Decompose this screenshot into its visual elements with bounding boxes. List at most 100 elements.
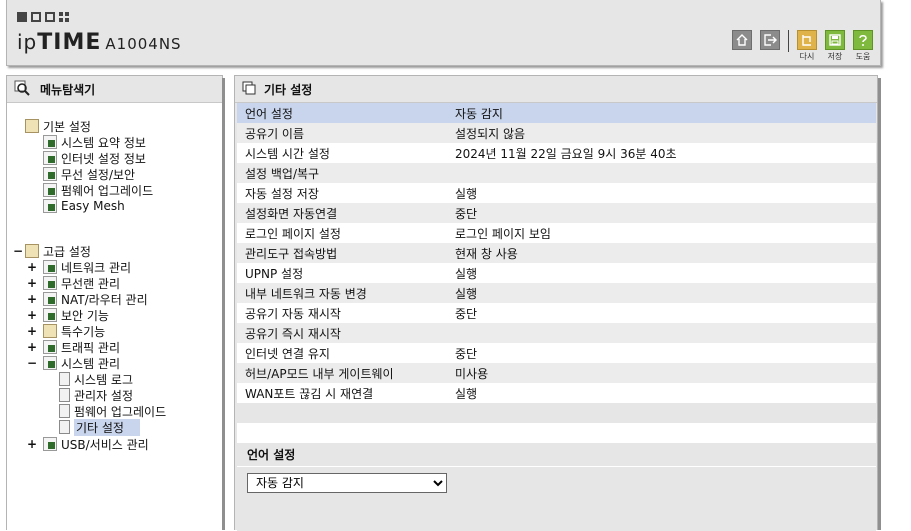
brand-time: TIME (37, 30, 102, 55)
header-bar: ip TIME A1004NS 다시 저장 도움 (6, 0, 881, 66)
tree-group-advanced[interactable]: − 고급 설정 (13, 243, 91, 259)
tree-item-internet-info[interactable]: 인터넷 설정 정보 (43, 150, 146, 166)
expand-toggle[interactable]: + (27, 324, 37, 338)
tree-item-wlan[interactable]: + 무선랜 관리 (27, 275, 120, 291)
network-icon (43, 260, 57, 274)
collapse-toggle[interactable]: − (13, 244, 23, 258)
panel-shadow (878, 78, 881, 530)
row-system-time[interactable]: 시스템 시간 설정 2024년 11월 22일 금요일 9시 36분 40초 (237, 143, 876, 163)
help-icon (853, 30, 873, 50)
tree-item-nat-router[interactable]: + NAT/라우터 관리 (27, 291, 148, 307)
magnifier-icon (14, 80, 30, 99)
maximize-icon[interactable] (45, 12, 55, 22)
row-restart-now[interactable]: 공유기 즉시 재시작 (237, 323, 876, 343)
window-stack-icon (242, 81, 256, 98)
expand-toggle[interactable]: + (27, 276, 37, 290)
upgrade-icon (43, 183, 57, 197)
home-icon (732, 30, 752, 50)
page-icon (59, 420, 70, 434)
home-button[interactable] (728, 30, 756, 64)
expand-toggle[interactable]: + (27, 308, 37, 322)
chart-icon (43, 356, 57, 370)
expand-toggle[interactable]: + (27, 260, 37, 274)
row-upnp[interactable]: UPNP 설정 실행 (237, 263, 876, 283)
row-keep-connection[interactable]: 인터넷 연결 유지 중단 (237, 343, 876, 363)
selected-item-label: 기타 설정 (74, 418, 140, 436)
menu-explorer-title: 메뉴탐색기 (40, 82, 96, 97)
row-auto-save[interactable]: 자동 설정 저장 실행 (237, 183, 876, 203)
row-hub-ap-gateway[interactable]: 허브/AP모드 내부 게이트웨이 미사용 (237, 363, 876, 383)
logout-icon (760, 30, 780, 50)
language-select[interactable]: 자동 감지 (247, 473, 447, 493)
grid-icon[interactable] (59, 12, 69, 22)
tree-item-system[interactable]: − 시스템 관리 (27, 355, 120, 371)
monitor-icon (43, 151, 57, 165)
model-name: A1004NS (105, 35, 182, 53)
expand-toggle[interactable]: + (27, 292, 37, 306)
tree-item-system-summary[interactable]: 시스템 요약 정보 (43, 134, 146, 150)
folder-settings-icon (25, 244, 39, 258)
row-router-name[interactable]: 공유기 이름 설정되지 않음 (237, 123, 876, 143)
folder-icon (43, 324, 57, 338)
help-button[interactable]: 도움 (849, 30, 877, 64)
router-icon (43, 292, 57, 306)
tree-item-special[interactable]: + 특수기능 (27, 323, 105, 339)
settings-list: 언어 설정 자동 감지 공유기 이름 설정되지 않음 시스템 시간 설정 2024년 … (237, 103, 876, 403)
language-settings-section: 언어 설정 자동 감지 (237, 443, 876, 531)
collapse-toggle[interactable]: − (27, 356, 37, 370)
brand-logo: ip TIME A1004NS (17, 30, 182, 55)
traffic-icon (43, 340, 57, 354)
page-icon (59, 404, 70, 418)
tree-item-firmware-upgrade[interactable]: 펌웨어 업그레이드 (59, 403, 166, 419)
panel-header: 기타 설정 (235, 76, 877, 103)
row-internal-network[interactable]: 내부 네트워크 자동 변경 실행 (237, 283, 876, 303)
tree-item-usb-service[interactable]: + USB/서비스 관리 (27, 436, 149, 452)
restore-icon[interactable] (31, 12, 41, 22)
page-icon (59, 388, 70, 402)
undo-icon (797, 30, 817, 50)
row-wan-reconnect[interactable]: WAN포트 끊김 시 재연결 실행 (237, 383, 876, 403)
row-auto-restart[interactable]: 공유기 자동 재시작 중단 (237, 303, 876, 323)
mesh-icon (43, 199, 57, 213)
row-language[interactable]: 언어 설정 자동 감지 (237, 103, 876, 123)
restore-label: 다시 (799, 52, 815, 61)
row-login-page[interactable]: 로그인 페이지 설정 로그인 페이지 보임 (237, 223, 876, 243)
tree-item-network[interactable]: + 네트워크 관리 (27, 259, 131, 275)
tree-item-system-log[interactable]: 시스템 로그 (59, 371, 133, 387)
tree-item-wireless-security[interactable]: 무선 설정/보안 (43, 166, 135, 182)
tree-item-misc-settings[interactable]: 기타 설정 (59, 418, 140, 436)
folder-settings-icon (25, 119, 39, 133)
row-auto-connect[interactable]: 설정화면 자동연결 중단 (237, 203, 876, 223)
tree-group-basic[interactable]: 기본 설정 (25, 118, 91, 134)
wifi-icon (43, 167, 57, 181)
minimize-icon[interactable] (17, 12, 27, 22)
panel-shadow (222, 78, 225, 530)
logout-button[interactable] (756, 30, 784, 64)
tree-item-easy-mesh[interactable]: Easy Mesh (43, 198, 125, 214)
row-backup-restore[interactable]: 설정 백업/복구 (237, 163, 876, 183)
lock-icon (43, 308, 57, 322)
wifi-icon (43, 276, 57, 290)
tree-item-admin-settings[interactable]: 관리자 설정 (59, 387, 133, 403)
menu-explorer-header: 메뉴탐색기 (7, 76, 222, 103)
brand-ip: ip (17, 30, 38, 54)
expand-toggle[interactable]: + (27, 437, 37, 451)
section-title: 언어 설정 (237, 443, 876, 467)
page-icon (59, 372, 70, 386)
restore-button[interactable]: 다시 (793, 30, 821, 64)
tree-item-traffic[interactable]: + 트래픽 관리 (27, 339, 120, 355)
misc-settings-panel: 기타 설정 언어 설정 자동 감지 공유기 이름 설정되지 않음 시스템 시간 설정… (234, 75, 878, 531)
tree-item-firmware-basic[interactable]: 펌웨어 업그레이드 (43, 182, 153, 198)
chart-icon (43, 135, 57, 149)
tree-item-security[interactable]: + 보안 기능 (27, 307, 109, 323)
floppy-icon (825, 30, 845, 50)
row-admin-access[interactable]: 관리도구 접속방법 현재 창 사용 (237, 243, 876, 263)
list-spacer (237, 423, 876, 443)
toolbar-divider (788, 30, 789, 52)
usb-icon (43, 437, 57, 451)
save-button[interactable]: 저장 (821, 30, 849, 64)
save-label: 저장 (827, 52, 843, 61)
expand-toggle[interactable]: + (27, 340, 37, 354)
window-controls (17, 12, 69, 22)
help-label: 도움 (855, 52, 871, 61)
